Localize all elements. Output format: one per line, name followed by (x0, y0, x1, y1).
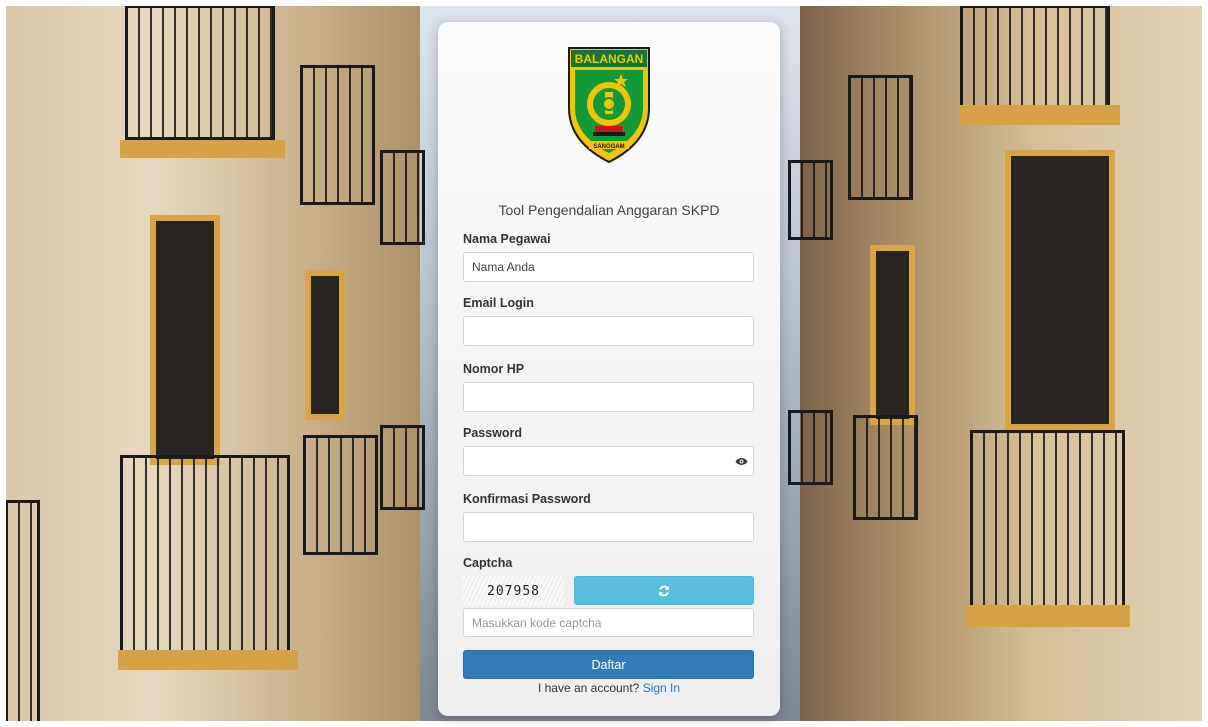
daftar-button[interactable]: Daftar (463, 650, 754, 679)
signin-prompt-text: I have an account? (537, 681, 640, 695)
signin-prompt: I have an account? Sign In (463, 681, 755, 695)
confirm-label: Konfirmasi Password (463, 492, 591, 506)
refresh-captcha-button[interactable] (574, 576, 754, 605)
sign-in-link[interactable]: Sign In (643, 681, 680, 695)
password-input[interactable] (463, 446, 730, 476)
confirm-password-input[interactable] (463, 512, 754, 542)
email-group: Email Login (463, 296, 755, 346)
balangan-logo: BALANGAN SANGGAM (463, 46, 755, 164)
captcha-group: Captcha 207958 (463, 556, 755, 637)
nama-input[interactable] (463, 252, 754, 282)
confirm-group: Konfirmasi Password (463, 492, 755, 542)
logo-text: BALANGAN (575, 52, 644, 66)
captcha-label: Captcha (463, 556, 513, 570)
logo-motto: SANGGAM (593, 144, 624, 150)
password-label: Password (463, 426, 523, 440)
email-input[interactable] (463, 316, 754, 346)
shield-emblem-icon: BALANGAN SANGGAM (568, 47, 650, 164)
register-card: BALANGAN SANGGAM Tool Pengendalian Angga… (438, 22, 780, 716)
eye-icon (735, 457, 748, 465)
captcha-input[interactable] (463, 608, 754, 637)
hp-input[interactable] (463, 382, 754, 412)
nama-group: Nama Pegawai (463, 232, 755, 282)
hp-label: Nomor HP (463, 362, 525, 376)
nama-label: Nama Pegawai (463, 232, 551, 246)
toggle-password-button[interactable] (730, 446, 754, 476)
captcha-image: 207958 (463, 576, 564, 606)
password-group: Password (463, 426, 755, 476)
email-label: Email Login (463, 296, 534, 310)
app-title: Tool Pengendalian Anggaran SKPD (498, 202, 720, 218)
hp-group: Nomor HP (463, 362, 755, 412)
refresh-icon (659, 585, 669, 596)
